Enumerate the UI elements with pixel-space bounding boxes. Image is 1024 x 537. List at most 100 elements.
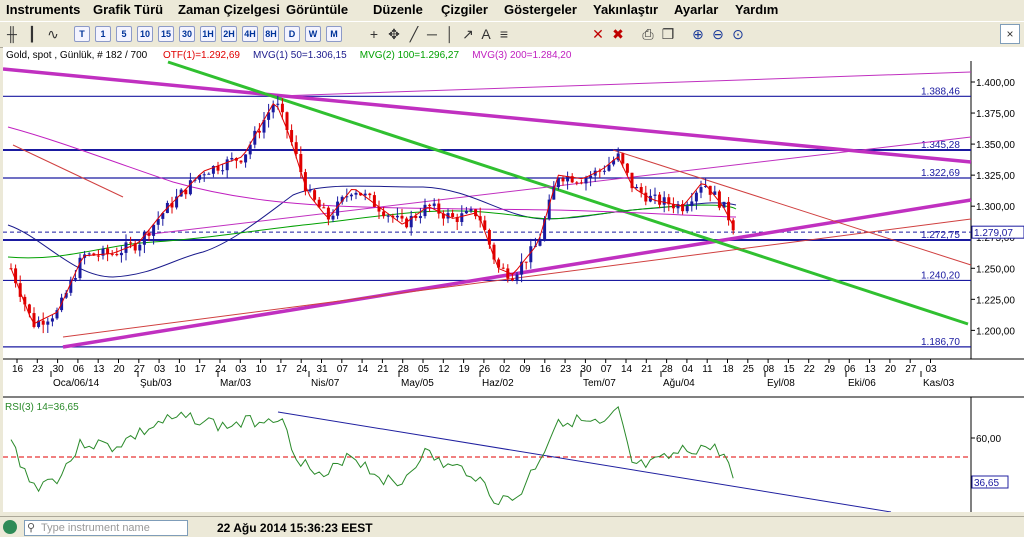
day-tick-label: 16 [540, 364, 552, 375]
day-tick-label: 06 [73, 364, 85, 375]
price-axis-label: 1.400,00 [976, 78, 1015, 89]
period-button-1h[interactable]: 1H [200, 26, 216, 42]
day-tick-label: 28 [662, 364, 674, 375]
chart-area[interactable]: Gold, spot , Günlük, # 182 / 700 OTF(1)=1… [2, 47, 1024, 513]
arrow-icon[interactable]: ↗ [460, 26, 476, 42]
cursor-icon[interactable]: ✥ [386, 26, 402, 42]
day-tick-label: 19 [459, 364, 471, 375]
day-tick-label: 03 [926, 364, 938, 375]
candle-body [106, 248, 110, 254]
period-button-d[interactable]: D [284, 26, 300, 42]
fibonacci-icon[interactable]: ≡ [496, 26, 512, 42]
candle-body [188, 180, 192, 195]
candle-body [635, 187, 639, 189]
day-tick-label: 30 [53, 364, 65, 375]
period-button-w[interactable]: W [305, 26, 321, 42]
period-button-30[interactable]: 30 [179, 26, 195, 42]
menu-item-4[interactable]: Düzenle [373, 2, 423, 17]
candle-body [152, 224, 156, 236]
period-button-t[interactable]: T [74, 26, 90, 42]
price-chart[interactable]: Gold, spot , Günlük, # 182 / 700 OTF(1)=1… [2, 47, 1024, 513]
menu-item-7[interactable]: Yakınlaştır [593, 2, 658, 17]
candle-body [239, 160, 243, 163]
menu-item-1[interactable]: Grafik Türü [93, 2, 163, 17]
candle-body [584, 178, 588, 184]
toolbar: ╫ ┃ ∿ + ✥ ╱ ─ │ ↗ A ≡ ✕ ✖ ⎙ ❐ ⊕ ⊖ ⊙ T 1 5 10 15 30 1H 2H 4H 8H D W M [0, 21, 1024, 48]
line-chart-icon[interactable]: ∿ [45, 26, 61, 42]
day-tick-label: 20 [885, 364, 897, 375]
month-tick-label: Haz/02 [482, 378, 514, 389]
candle-body [230, 157, 234, 160]
day-tick-label: 17 [276, 364, 288, 375]
zoom-reset-icon[interactable]: ⊙ [730, 26, 746, 42]
period-button-10[interactable]: 10 [137, 26, 153, 42]
indicator-label-1: MVG(1) 50=1.306,15 [253, 50, 347, 61]
month-tick-label: Şub/03 [140, 378, 172, 389]
vertical-line-icon[interactable]: │ [442, 26, 458, 42]
zoom-in-icon[interactable]: ⊕ [690, 26, 706, 42]
candle-body [579, 182, 583, 184]
period-button-2h[interactable]: 2H [221, 26, 237, 42]
period-button-4h[interactable]: 4H [242, 26, 258, 42]
period-button-m[interactable]: M [326, 26, 342, 42]
day-tick-label: 24 [215, 364, 227, 375]
menu-item-8[interactable]: Ayarlar [674, 2, 718, 17]
day-tick-label: 04 [682, 364, 694, 375]
rsi-axis-label: 60,00 [976, 434, 1001, 445]
menu-item-6[interactable]: Göstergeler [504, 2, 577, 17]
candle-body [115, 254, 119, 256]
close-chart-button[interactable]: × [1000, 24, 1020, 44]
day-tick-label: 18 [723, 364, 735, 375]
period-button-8h[interactable]: 8H [263, 26, 279, 42]
candle-body [451, 213, 455, 218]
period-button-1[interactable]: 1 [95, 26, 111, 42]
month-tick-label: Oca/06/14 [53, 378, 100, 389]
instrument-search-input[interactable]: ⚲ Type instrument name [24, 520, 188, 536]
candle-body [138, 244, 142, 251]
period-button-5[interactable]: 5 [116, 26, 132, 42]
delete-icon[interactable]: ✕ [590, 26, 606, 42]
candle-body [119, 252, 123, 256]
menu-bar: Instruments Grafik Türü Zaman Çizelgesi Gör… [0, 0, 1024, 20]
candle-body [506, 268, 510, 279]
candle-body [432, 203, 436, 206]
bar-chart-icon[interactable]: ╫ [4, 26, 20, 42]
candle-body [308, 190, 312, 192]
rsi-line [10, 405, 734, 506]
candle-body [221, 170, 225, 172]
trendline-icon[interactable]: ╱ [406, 26, 422, 42]
delete-all-icon[interactable]: ✖ [610, 26, 626, 42]
month-tick-label: Tem/07 [583, 378, 616, 389]
menu-item-2[interactable]: Zaman Çizelgesi [178, 2, 280, 17]
indicator-label-2: MVG(2) 100=1.296,27 [360, 50, 460, 61]
candle-body [561, 178, 565, 182]
level-label: 1.186,70 [921, 337, 960, 348]
print-icon[interactable]: ⎙ [640, 26, 656, 42]
day-tick-label: 13 [93, 364, 105, 375]
magenta-resistance-trendline [2, 67, 972, 164]
horizontal-line-icon[interactable]: ─ [424, 26, 440, 42]
candle-body [575, 182, 579, 184]
candlestick-icon[interactable]: ┃ [24, 26, 40, 42]
candle-body [400, 215, 404, 219]
copy-icon[interactable]: ❐ [660, 26, 676, 42]
candle-body [280, 103, 284, 113]
candle-body [515, 274, 519, 281]
candle-body [699, 187, 703, 193]
menu-item-5[interactable]: Çizgiler [441, 2, 488, 17]
candle-body [653, 194, 657, 196]
candle-body [129, 242, 133, 244]
zoom-out-icon[interactable]: ⊖ [710, 26, 726, 42]
menu-item-9[interactable]: Yardım [735, 2, 778, 17]
day-tick-label: 13 [865, 364, 877, 375]
text-icon[interactable]: A [478, 26, 494, 42]
green-trendline [167, 60, 969, 326]
day-tick-label: 25 [743, 364, 755, 375]
candle-body [460, 213, 464, 223]
candle-body [322, 207, 326, 209]
menu-item-0[interactable]: Instruments [6, 2, 80, 17]
day-tick-label: 27 [134, 364, 146, 375]
menu-item-3[interactable]: Görüntüle [286, 2, 348, 17]
crosshair-icon[interactable]: + [366, 26, 382, 42]
period-button-15[interactable]: 15 [158, 26, 174, 42]
